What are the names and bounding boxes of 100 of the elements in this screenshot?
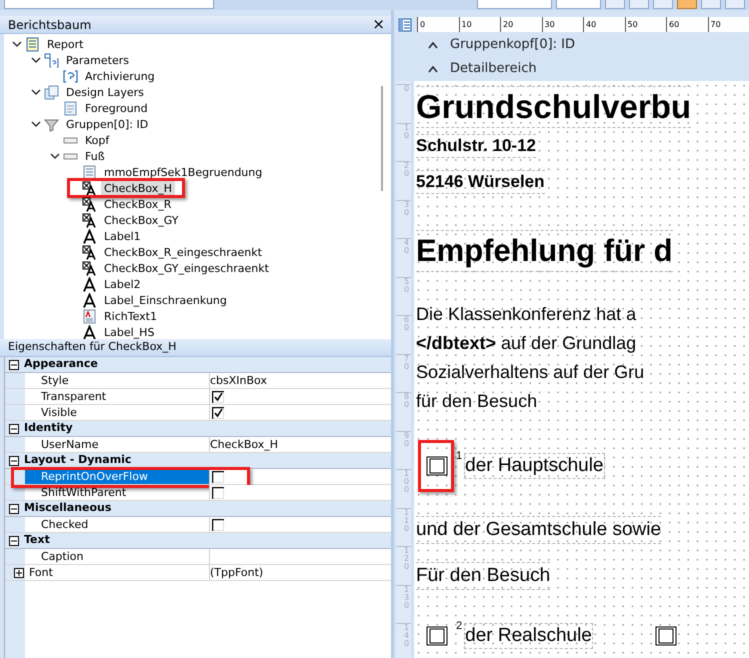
toolbar-field[interactable] [4,0,214,9]
ruler-label: 70 [404,354,410,370]
label-icon [82,292,97,308]
ruler-label: 10 [458,17,500,32]
tree-item[interactable]: CheckBox_GY [101,212,182,228]
tree-item[interactable]: mmoEmpfSek1Begruendung [101,164,266,180]
checkbox[interactable] [654,626,677,646]
checkbox-label-icon [82,212,97,228]
chevron-icon[interactable] [31,87,41,97]
ruler-label: 30 [542,17,583,32]
tree-item[interactable]: Report [44,36,86,52]
band-label[interactable]: Detailbereich [450,59,537,79]
checkbox-label: der Hauptschule [464,453,604,479]
property-value[interactable]: cbsXInBox [210,373,267,388]
ruler-label: 30 [404,200,410,216]
checkbox-label-icon [82,180,97,196]
layers-icon [44,84,59,100]
collapse-icon[interactable] [9,456,19,466]
label-icon [82,228,97,244]
caret-icon[interactable] [428,65,438,73]
collapse-icon[interactable] [9,360,19,370]
memo-icon [82,164,97,180]
checkbox[interactable] [212,406,224,418]
report-text: Schulstr. 10-12 [416,134,536,158]
tree-item[interactable]: Design Layers [63,84,147,100]
checkbox[interactable] [426,456,448,476]
checkbox-label: der Realschule [464,623,593,649]
collapse-icon[interactable] [9,536,19,546]
checkbox[interactable] [212,470,224,482]
tree-item[interactable]: Label2 [101,276,144,292]
parameter-icon [63,68,78,84]
report-tree-icon[interactable] [398,18,412,32]
ruler-label: 40 [583,17,624,32]
expand-icon[interactable] [14,568,24,578]
property-name[interactable]: ReprintOnOverFlow [25,469,210,484]
ruler-label: 0 [417,17,458,32]
checkbox-label-icon [82,260,97,276]
tree-item[interactable]: Parameters [63,52,132,68]
chevron-icon[interactable] [12,39,22,49]
checkbox-label-icon [82,244,97,260]
ruler-label: 20 [500,17,542,32]
tree-item[interactable]: CheckBox_R_eingeschraenkt [101,244,265,260]
page-icon [63,100,78,116]
checkbox[interactable] [212,486,224,498]
ruler-label: 90 [404,432,410,448]
checkbox[interactable] [212,390,224,402]
ruler-label: 140 [404,624,410,648]
tree-item[interactable]: CheckBox_H [101,180,176,196]
ruler-label: 50 [404,278,410,294]
ruler-label: 120 [404,547,410,571]
category-label: Layout - Dynamic [24,452,132,468]
collapse-icon[interactable] [9,424,19,434]
ruler-label: 50 [624,17,666,32]
tree-item[interactable]: Foreground [82,100,151,116]
ruler-label: 10 [404,124,410,140]
ruler-label: 60 [666,17,708,32]
report-icon [25,36,40,52]
chevron-icon[interactable] [31,119,41,129]
index-number: 1 [456,449,462,464]
category-label: Identity [24,420,73,436]
close-button[interactable]: × [372,17,385,32]
tree-item[interactable]: Archivierung [82,68,158,84]
report-text: Empfehlung für d [416,230,673,272]
property-value[interactable]: (TppFont) [210,565,264,580]
report-text: 52146 Würselen [416,170,545,194]
ruler-label: 60 [404,316,410,332]
font-size-field[interactable] [556,0,601,9]
tree-item[interactable]: Kopf [82,132,112,148]
tree-item[interactable]: RichText1 [101,308,160,324]
tree-item[interactable]: Gruppen[0]: ID [63,116,152,132]
tree-item[interactable]: Label_Einschraenkung [101,292,230,308]
chevron-icon[interactable] [50,151,60,161]
checkbox[interactable] [426,626,448,646]
ruler-label: 110 [404,508,410,532]
ruler-label: 0 [404,85,410,93]
scrollbar-thumb[interactable] [381,86,383,191]
label-icon [82,276,97,292]
report-text: Für den Besuch [416,562,550,590]
funnel-icon [44,116,59,132]
category-label: Appearance [24,356,98,372]
caret-icon[interactable] [428,41,438,49]
collapse-icon[interactable] [9,504,19,514]
ruler-label: 20 [404,162,410,178]
band-label[interactable]: Gruppenkopf[0]: ID [450,35,576,55]
chevron-icon[interactable] [31,55,41,65]
tree-item[interactable]: Label_HS [101,324,158,339]
category-label: Text [24,532,50,548]
ruler-label: 100 [404,470,410,494]
category-label: Miscellaneous [24,500,112,516]
font-name-field[interactable] [477,0,552,9]
label-icon [82,324,97,339]
checkbox[interactable] [212,518,224,530]
ruler-label: 130 [404,586,410,610]
tree-item[interactable]: Label1 [101,228,144,244]
tree-item[interactable]: CheckBox_R [101,196,174,212]
property-value[interactable]: CheckBox_H [210,437,278,452]
tree-item[interactable]: CheckBox_GY_eingeschraenkt [101,260,272,276]
tree-item[interactable]: Fuß [82,148,108,164]
report-text: Grundschulverbu [416,86,692,128]
rich-text-icon [82,308,97,324]
